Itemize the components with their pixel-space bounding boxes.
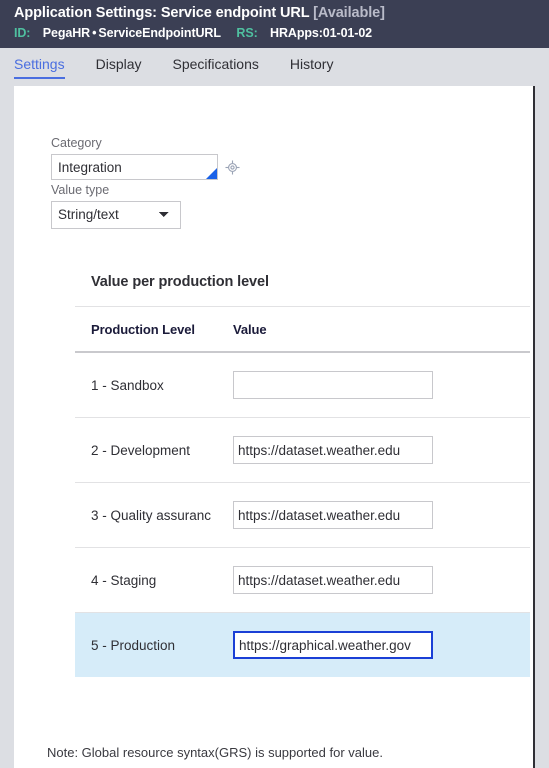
cell-value [233,436,443,464]
category-label: Category [51,136,102,150]
table-row: 4 - Staging [75,548,530,612]
record-metadata: ID: PegaHR • ServiceEndpointURL RS: HRApps… [14,25,549,42]
window-header: Application Settings: Service endpoint U… [0,0,549,48]
tab-specifications[interactable]: Specifications [173,48,259,79]
value-input-production[interactable] [233,631,433,659]
crosshair-target-icon[interactable] [225,159,240,175]
ruleset-label: RS: [236,26,258,40]
tab-settings[interactable]: Settings [14,48,65,79]
id-rule-name: ServiceEndpointURL [98,26,221,40]
settings-content-panel: Category Value type Strin [14,86,535,768]
grs-note: Note: Global resource syntax(GRS) is sup… [47,745,383,760]
ruleset-value: HRApps:01-01-02 [270,26,373,40]
tab-history[interactable]: History [290,48,334,79]
value-input-sandbox[interactable] [233,371,433,399]
category-field-group: Category [51,135,240,180]
column-header-value: Value [233,321,267,337]
table-row: 2 - Development [75,418,530,482]
value-input-development[interactable] [233,436,433,464]
value-input-quality-assurance[interactable] [233,501,433,529]
cell-value [233,501,443,529]
value-type-field-group: Value type String/text [51,182,181,229]
tab-settings-label: Settings [14,56,65,72]
status-badge: [Available] [313,5,385,21]
tab-display-label: Display [95,56,142,72]
cell-value [233,631,443,659]
table-row-selected: 5 - Production [75,613,530,677]
table-row: 1 - Sandbox [75,353,530,417]
section-title: Value per production level [91,274,269,290]
value-per-production-level-section: Value per production level Production Le… [75,274,530,677]
tab-bar: Settings Display Specifications History [0,48,549,82]
cell-production-level: 3 - Quality assuranc [91,507,212,523]
value-input-staging[interactable] [233,566,433,594]
page-title-text: Application Settings: Service endpoint U… [14,5,310,21]
cell-production-level: 2 - Development [91,442,191,458]
cell-value [233,566,443,594]
category-combo-wrap [51,154,240,180]
tab-history-label: History [289,56,334,72]
table-header-row: Production Level Value [75,307,530,351]
column-header-production-level: Production Level [91,321,195,337]
category-input[interactable] [51,154,218,180]
value-type-select[interactable]: String/text [51,201,181,229]
table-row: 3 - Quality assuranc [75,483,530,547]
id-label: ID: [14,26,31,40]
value-type-label: Value type [51,183,110,197]
application-settings-window: Application Settings: Service endpoint U… [0,0,549,768]
cell-production-level: 5 - Production [91,637,176,653]
cell-value [233,371,443,399]
tab-specifications-label: Specifications [172,56,259,72]
tab-display[interactable]: Display [96,48,142,79]
id-application: PegaHR [42,26,91,40]
page-title: Application Settings: Service endpoint U… [14,4,549,23]
cell-production-level: 1 - Sandbox [91,377,164,393]
cell-production-level: 4 - Staging [91,572,157,588]
